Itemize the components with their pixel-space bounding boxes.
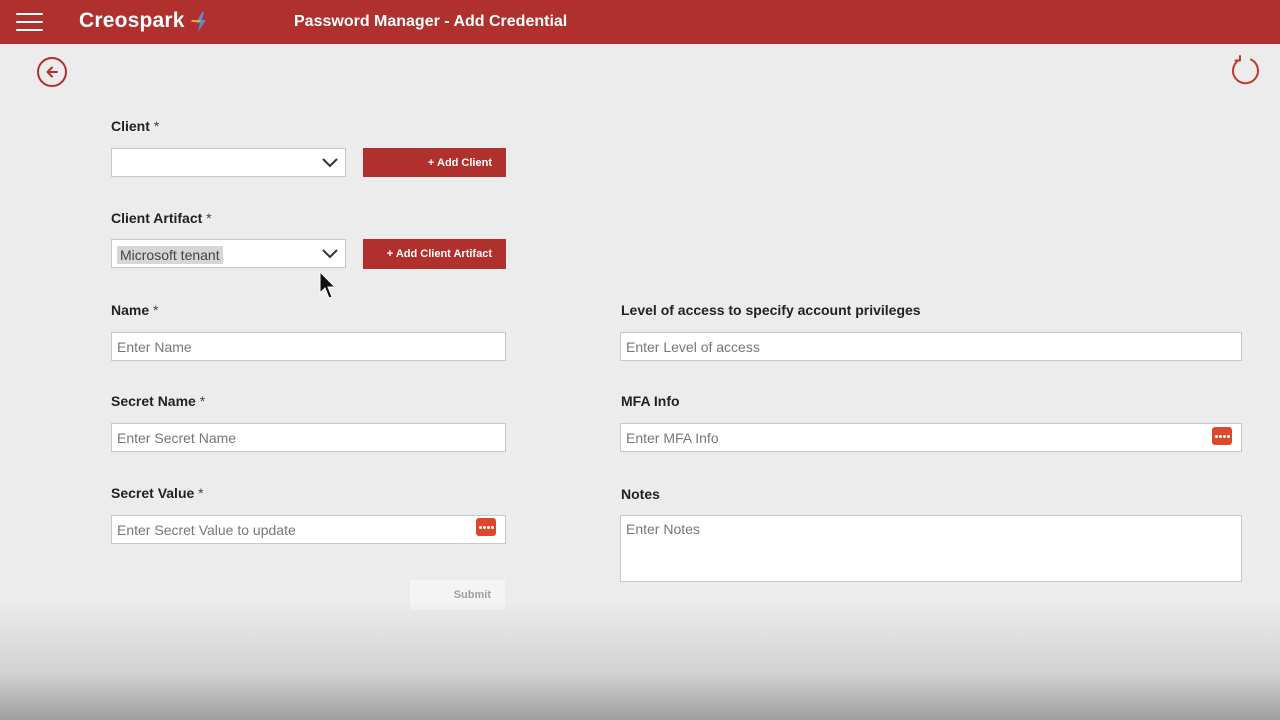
password-dots-icon[interactable] <box>476 518 496 536</box>
secret-name-label: Secret Name * <box>111 393 205 409</box>
mouse-cursor-icon <box>319 271 337 299</box>
required-marker: * <box>206 210 212 226</box>
client-artifact-label: Client Artifact * <box>111 210 212 226</box>
add-client-button[interactable]: + Add Client <box>363 148 506 177</box>
secret-name-label-text: Secret Name <box>111 393 196 409</box>
client-label-text: Client <box>111 118 150 134</box>
name-label: Name * <box>111 302 158 318</box>
client-select[interactable] <box>111 148 346 177</box>
page-title: Password Manager - Add Credential <box>294 13 568 30</box>
client-artifact-label-text: Client Artifact <box>111 210 203 226</box>
level-of-access-label: Level of access to specify account privi… <box>621 302 921 318</box>
bottom-fade-overlay <box>0 600 1280 720</box>
client-artifact-select-value: Microsoft tenant <box>117 246 223 264</box>
mfa-info-input[interactable] <box>620 423 1242 452</box>
mfa-info-label: MFA Info <box>621 393 680 409</box>
brand-logo-text[interactable]: Creospark <box>79 9 185 33</box>
chevron-down-icon <box>322 249 338 259</box>
add-client-artifact-button[interactable]: + Add Client Artifact <box>363 239 506 269</box>
required-marker: * <box>153 302 159 318</box>
secret-name-input[interactable] <box>111 423 506 452</box>
level-of-access-input[interactable] <box>620 332 1242 361</box>
name-input[interactable] <box>111 332 506 361</box>
required-marker: * <box>198 485 204 501</box>
secret-value-input[interactable] <box>111 515 506 544</box>
required-marker: * <box>199 393 206 409</box>
name-label-text: Name <box>111 302 150 318</box>
back-arrow-icon <box>46 66 58 78</box>
password-dots-icon[interactable] <box>1212 427 1232 445</box>
client-artifact-select[interactable]: Microsoft tenant <box>111 239 346 268</box>
chevron-down-icon <box>322 158 338 168</box>
required-marker: * <box>153 118 160 134</box>
refresh-icon[interactable] <box>1229 53 1263 87</box>
hamburger-menu-icon[interactable] <box>16 13 43 31</box>
secret-value-label-text: Secret Value <box>111 485 195 501</box>
spark-logo-icon <box>191 12 206 32</box>
notes-label: Notes <box>621 486 660 502</box>
top-bar: Creospark Password Manager - Add Credent… <box>0 0 1280 44</box>
submit-button[interactable]: Submit <box>410 580 505 610</box>
client-label: Client * <box>111 118 159 134</box>
notes-textarea[interactable] <box>620 515 1242 582</box>
secret-value-label: Secret Value * <box>111 485 204 501</box>
back-button[interactable] <box>37 57 67 87</box>
